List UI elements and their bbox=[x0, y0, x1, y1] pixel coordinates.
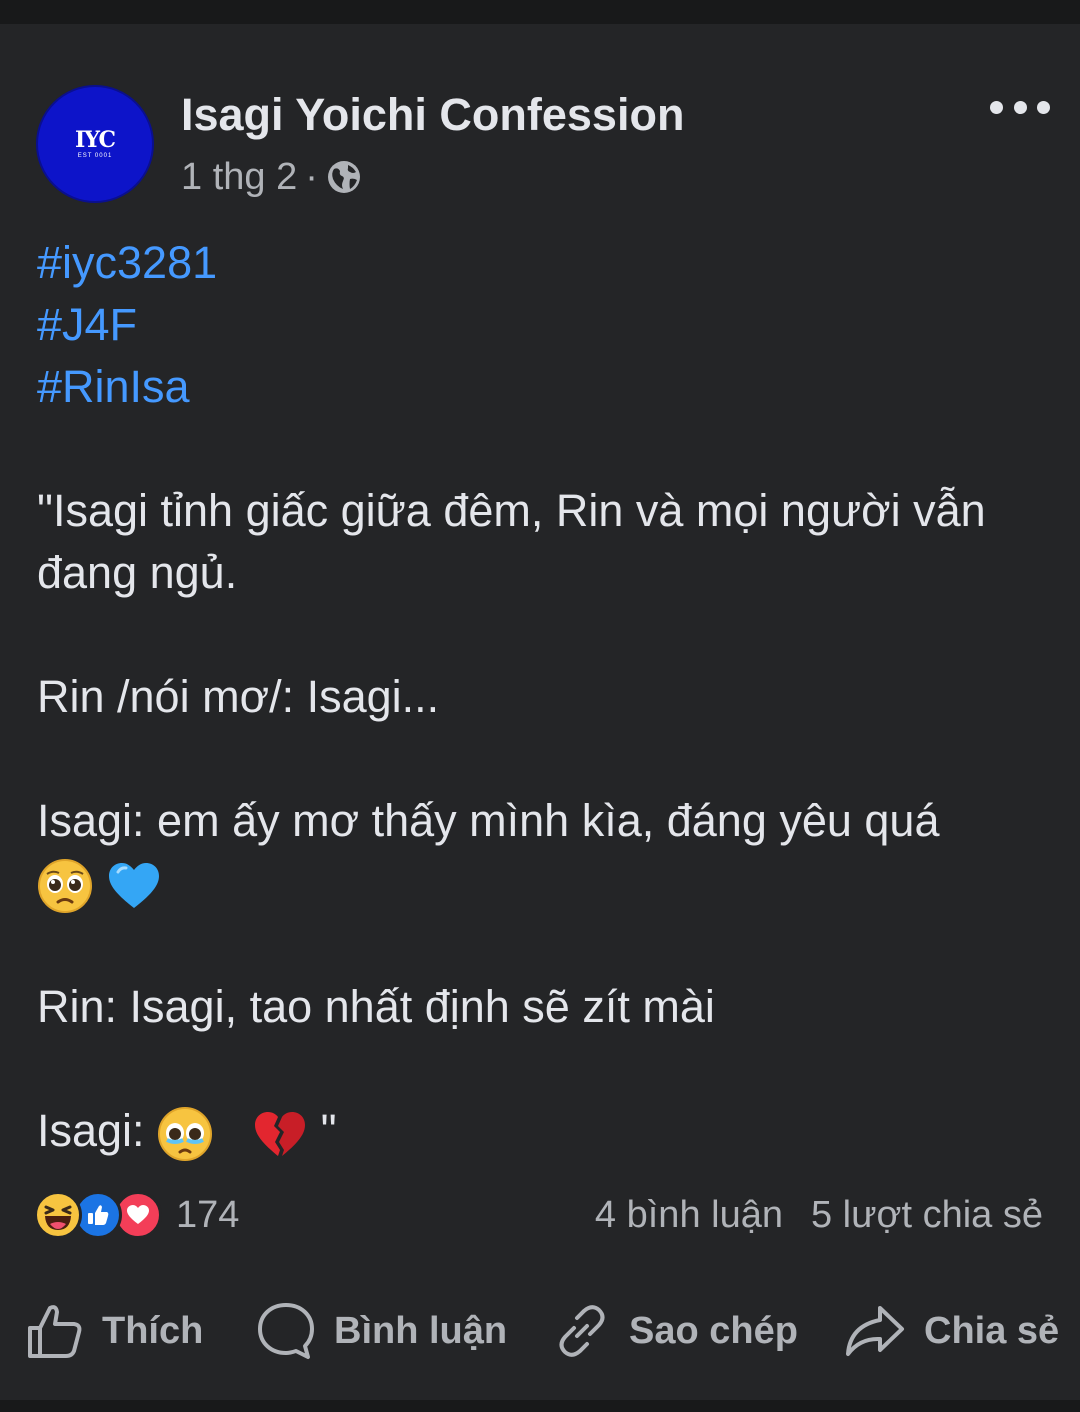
like-button[interactable]: Thích bbox=[26, 1298, 203, 1364]
post-body: #iyc3281 #J4F #RinIsa "Isagi tỉnh giấc g… bbox=[37, 232, 1047, 1162]
post-paragraph: "Isagi tỉnh giấc giữa đêm, Rin và mọi ng… bbox=[37, 485, 986, 598]
reaction-count: 174 bbox=[176, 1193, 240, 1236]
share-label: Chia sẻ bbox=[924, 1309, 1060, 1352]
post-line-suffix: " bbox=[320, 1105, 337, 1156]
emoji-line bbox=[37, 852, 1047, 914]
copy-label: Sao chép bbox=[629, 1309, 798, 1352]
post-line-text: Isagi: em ấy mơ thấy mình kìa, đáng yêu … bbox=[37, 795, 940, 846]
status-bar-strip bbox=[0, 0, 1080, 24]
like-label: Thích bbox=[102, 1309, 204, 1352]
post-card: IYC EST 0001 Isagi Yoichi Confession 1 t… bbox=[0, 24, 1080, 1400]
hashtag-link[interactable]: #J4F bbox=[37, 294, 1047, 356]
link-icon bbox=[559, 1305, 605, 1357]
meta-separator: · bbox=[305, 156, 318, 198]
page-avatar[interactable]: IYC EST 0001 bbox=[36, 85, 154, 203]
post-paragraph: Isagi: " bbox=[37, 1100, 1047, 1162]
share-count-link[interactable]: 5 lượt chia sẻ bbox=[811, 1194, 1043, 1237]
comment-button[interactable]: Bình luận bbox=[256, 1298, 507, 1364]
tearful-face-emoji bbox=[158, 1107, 213, 1162]
avatar-subtext: EST 0001 bbox=[77, 153, 113, 159]
post-line-prefix: Isagi: bbox=[37, 1105, 158, 1156]
post-stats: 4 bình luận 5 lượt chia sẻ bbox=[595, 1190, 1043, 1240]
hashtag-link[interactable]: #RinIsa bbox=[37, 356, 1047, 418]
comment-label: Bình luận bbox=[334, 1309, 508, 1352]
globe-icon bbox=[327, 161, 360, 193]
page-name-link[interactable]: Isagi Yoichi Confession bbox=[181, 88, 684, 142]
broken-heart-emoji bbox=[255, 1112, 306, 1157]
copy-link-button[interactable]: Sao chép bbox=[553, 1298, 798, 1364]
post-timestamp[interactable]: 1 thg 2 bbox=[181, 154, 297, 200]
hashtag-link[interactable]: #iyc3281 bbox=[37, 232, 1047, 294]
comment-count-link[interactable]: 4 bình luận bbox=[595, 1194, 783, 1237]
post-paragraph: Rin: Isagi, tao nhất định sẽ zít mài bbox=[37, 981, 715, 1032]
post-meta: 1 thg 2 · bbox=[181, 154, 362, 200]
share-arrow-icon bbox=[846, 1306, 904, 1356]
more-horizontal-icon[interactable] bbox=[990, 90, 1050, 124]
share-button[interactable]: Chia sẻ bbox=[844, 1298, 1059, 1364]
post-paragraph: Rin /nói mơ/: Isagi... bbox=[37, 671, 440, 722]
action-bar: Thích Bình luận Sao chép Chia sẻ bbox=[0, 1298, 1080, 1364]
pleading-face-emoji bbox=[38, 859, 92, 914]
avatar-logo-text: IYC bbox=[74, 127, 116, 153]
comment-bubble-icon bbox=[258, 1303, 314, 1359]
thumbs-up-icon bbox=[28, 1305, 82, 1358]
blue-heart-emoji bbox=[108, 863, 159, 909]
bottom-strip bbox=[0, 1400, 1080, 1412]
post-paragraph: Isagi: em ấy mơ thấy mình kìa, đáng yêu … bbox=[37, 790, 1047, 852]
haha-reaction-icon bbox=[34, 1191, 82, 1239]
reaction-summary[interactable]: 174 bbox=[34, 1190, 239, 1240]
